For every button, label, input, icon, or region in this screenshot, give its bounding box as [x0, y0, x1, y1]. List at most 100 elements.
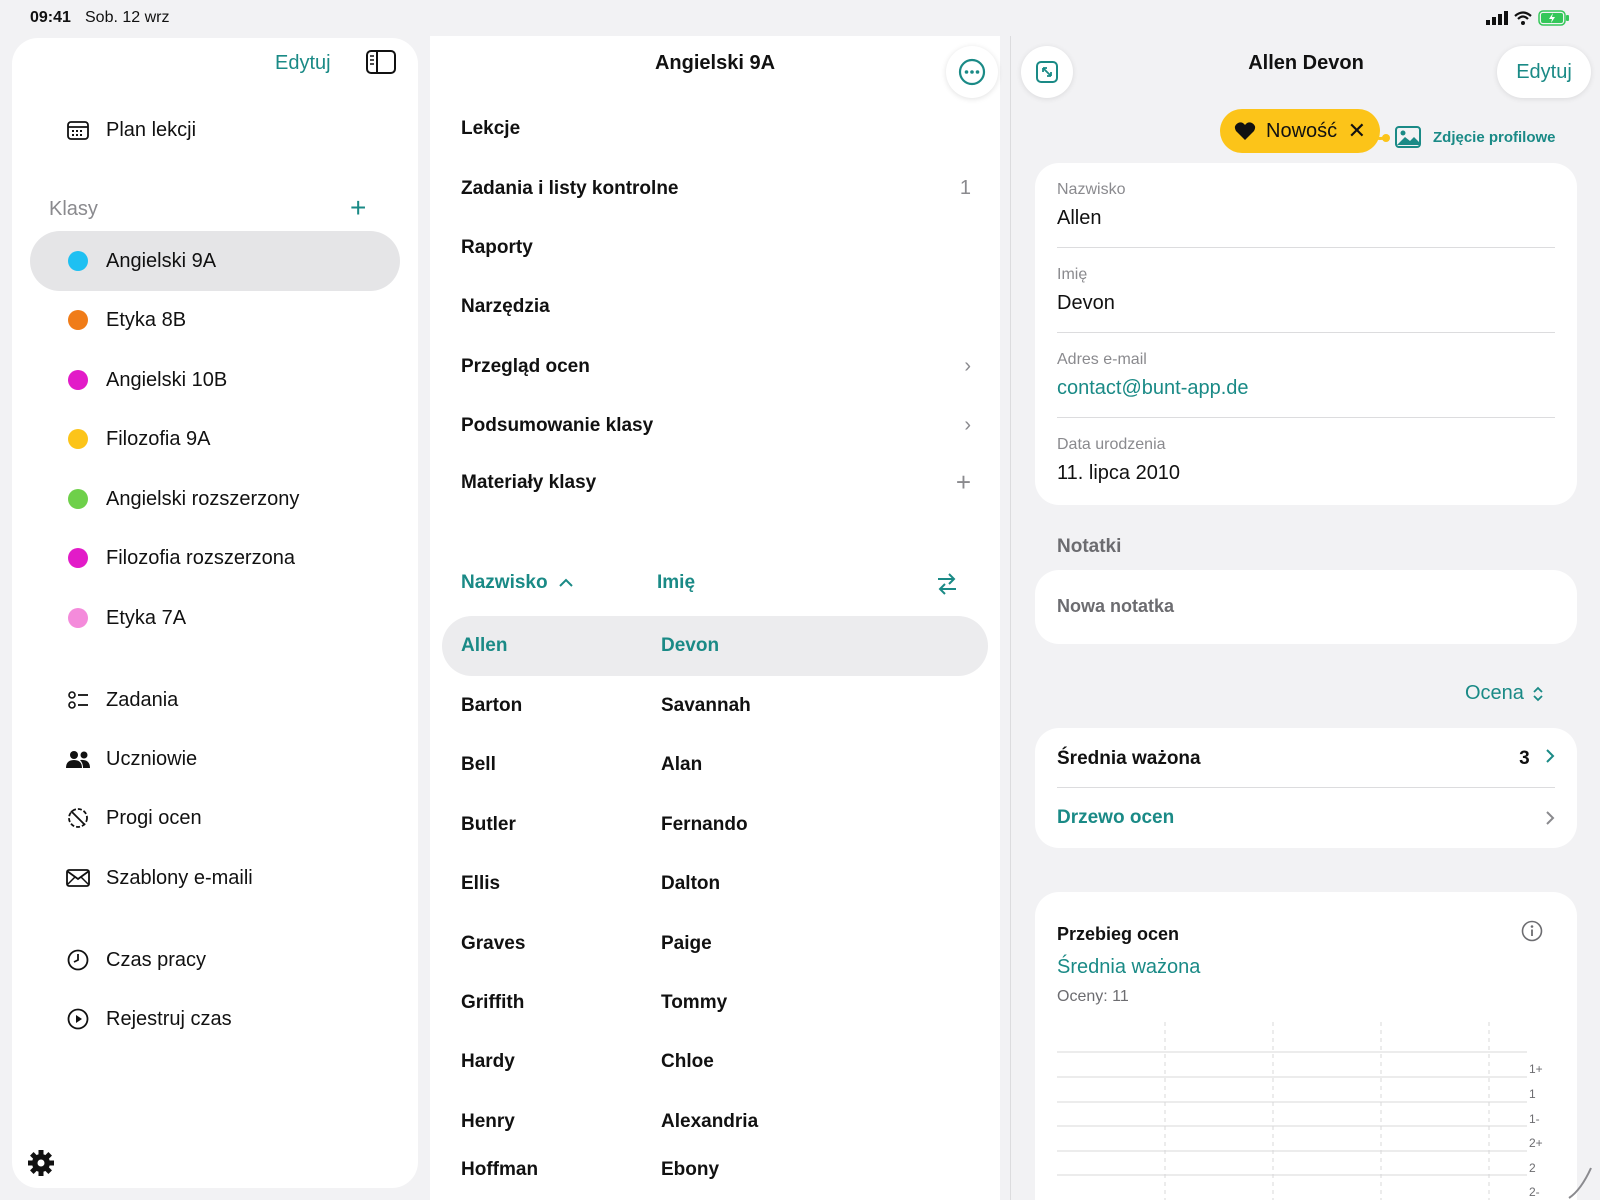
weighted-average-value: 3: [1519, 748, 1530, 769]
sidebar-item-label: Etyka 7A: [106, 606, 187, 629]
student-row[interactable]: Allen Devon: [442, 616, 988, 676]
envelope-icon: [64, 864, 92, 892]
field-label: Adres e-mail: [1057, 351, 1147, 368]
menu-row-class-materials[interactable]: Materiały klasy +: [461, 467, 971, 498]
sidebar-class-item[interactable]: Filozofia 9A: [30, 409, 400, 469]
student-row[interactable]: Butler Fernando: [442, 795, 988, 855]
sidebar-edit-button[interactable]: Edytuj: [275, 52, 331, 75]
student-firstname: Fernando: [661, 814, 748, 835]
sidebar-class-item[interactable]: Angielski 10B: [30, 350, 400, 410]
new-note-card[interactable]: Nowa notatka: [1035, 570, 1577, 644]
menu-row-label: Zadania i listy kontrolne: [461, 177, 679, 199]
sidebar-toggle-icon[interactable]: [366, 50, 396, 74]
column-label: Nazwisko: [461, 572, 548, 593]
class-color-dot: [68, 489, 88, 509]
menu-row-tools[interactable]: Narzędzia: [461, 296, 971, 318]
divider: [1057, 332, 1555, 333]
field-label: Nazwisko: [1057, 181, 1126, 198]
students-icon: [64, 745, 92, 773]
menu-row-grade-overview[interactable]: Przegląd ocen ›: [461, 355, 971, 378]
profile-photo-button[interactable]: Zdjęcie profilowe: [1395, 126, 1556, 148]
sidebar-item-grade-thresholds[interactable]: Progi ocen: [30, 788, 400, 848]
gear-icon[interactable]: [26, 1148, 56, 1178]
wifi-icon: [1514, 11, 1532, 25]
student-row[interactable]: Hoffman Ebony: [442, 1140, 988, 1200]
signal-icon: [1486, 11, 1508, 25]
grade-type-selector[interactable]: Ocena: [1465, 682, 1544, 705]
y-tick-label: 2-: [1529, 1185, 1540, 1199]
close-icon[interactable]: ✕: [1348, 118, 1366, 144]
sort-firstname-header[interactable]: Imię: [657, 572, 695, 594]
more-options-button[interactable]: [946, 46, 998, 98]
calendar-icon: [64, 116, 92, 144]
add-class-button[interactable]: +: [350, 194, 366, 222]
menu-row-label: Przegląd ocen: [461, 355, 590, 377]
add-material-icon[interactable]: +: [956, 467, 971, 498]
edit-student-button[interactable]: Edytuj: [1497, 46, 1591, 98]
sidebar-item-students[interactable]: Uczniowie: [30, 729, 400, 789]
menu-row-class-summary[interactable]: Podsumowanie klasy ›: [461, 414, 971, 437]
menu-row-label: Materiały klasy: [461, 471, 597, 493]
sidebar-item-label: Etyka 8B: [106, 308, 187, 331]
grade-progress-chart: [1057, 1022, 1527, 1200]
student-row[interactable]: Ellis Dalton: [442, 854, 988, 914]
divider: [1057, 247, 1555, 248]
menu-row-tasks[interactable]: Zadania i listy kontrolne 1: [461, 177, 971, 200]
student-firstname: Ebony: [661, 1159, 720, 1180]
student-firstname: Dalton: [661, 873, 721, 894]
photo-icon: [1395, 126, 1421, 148]
chevron-right-icon: [1546, 811, 1555, 825]
email-link[interactable]: contact@bunt-app.de: [1057, 377, 1555, 400]
sidebar-item-label: Zadania: [106, 688, 179, 711]
student-firstname: Tommy: [661, 992, 728, 1013]
grade-tree-row[interactable]: Drzewo ocen: [1057, 807, 1555, 829]
ellipsis-circle-icon: [958, 58, 986, 86]
class-color-dot: [68, 429, 88, 449]
weighted-average-row[interactable]: Średnia ważona 3: [1057, 748, 1555, 770]
grade-progress-title: Przebieg ocen: [1057, 924, 1180, 944]
student-row[interactable]: Graves Paige: [442, 914, 988, 974]
swap-arrows-icon[interactable]: [936, 572, 958, 596]
student-firstname: Alan: [661, 754, 703, 775]
chevron-right-icon: ›: [964, 414, 971, 436]
sidebar-item-record-time[interactable]: Rejestruj czas: [30, 989, 400, 1049]
student-row[interactable]: Griffith Tommy: [442, 973, 988, 1033]
sidebar-item-label: Filozofia rozszerzona: [106, 546, 295, 569]
sidebar-item-label: Uczniowie: [106, 747, 198, 770]
new-note-button[interactable]: Nowa notatka: [1057, 596, 1174, 617]
chevron-up-down-icon: [1532, 686, 1543, 701]
sidebar-item-email-templates[interactable]: Szablony e-maili: [30, 848, 400, 908]
student-row[interactable]: Barton Savannah: [442, 676, 988, 736]
student-row[interactable]: Hardy Chloe: [442, 1032, 988, 1092]
grades-card: Średnia ważona 3 Drzewo ocen: [1035, 728, 1577, 848]
class-detail-column: Angielski 9A Lekcje Zadania i listy kont…: [430, 36, 1000, 1200]
status-date: Sob. 12 wrz: [85, 9, 170, 26]
menu-row-lessons[interactable]: Lekcje: [461, 118, 971, 140]
sidebar-class-item[interactable]: Etyka 8B: [30, 290, 400, 350]
sidebar-item-label: Filozofia 9A: [106, 427, 211, 450]
grade-progress-card: Przebieg ocen Średnia ważona Oceny: 11 1…: [1035, 892, 1577, 1200]
new-feature-badge[interactable]: Nowość ✕: [1220, 109, 1380, 153]
sidebar-class-item[interactable]: Angielski 9A: [30, 231, 400, 291]
sidebar-item-tasks[interactable]: Zadania: [30, 670, 400, 730]
field-value: 11. lipca 2010: [1057, 462, 1181, 484]
student-row[interactable]: Bell Alan: [442, 735, 988, 795]
info-icon[interactable]: [1521, 920, 1543, 942]
y-tick-label: 2+: [1529, 1136, 1543, 1150]
weighted-average-value-wrap: 3: [1519, 748, 1555, 770]
heart-icon: [1234, 122, 1256, 140]
grade-thresholds-icon: [64, 804, 92, 832]
sidebar-item-schedule[interactable]: Plan lekcji: [30, 100, 400, 160]
sidebar-item-work-time[interactable]: Czas pracy: [30, 930, 400, 990]
sidebar-item-label: Rejestruj czas: [106, 1007, 232, 1030]
sort-lastname-header[interactable]: Nazwisko: [461, 572, 573, 594]
sidebar-item-label: Szablony e-maili: [106, 866, 253, 889]
badge-connector: [1370, 132, 1390, 142]
sidebar-class-item[interactable]: Etyka 7A: [30, 588, 400, 648]
menu-row-reports[interactable]: Raporty: [461, 237, 971, 259]
status-bar: 09:41 Sob. 12 wrz: [0, 0, 1600, 36]
sidebar-class-item[interactable]: Angielski rozszerzony: [30, 469, 400, 529]
class-title: Angielski 9A: [654, 52, 776, 74]
sidebar-class-item[interactable]: Filozofia rozszerzona: [30, 528, 400, 588]
student-info-card: Nazwisko Allen Imię Devon Adres e-mail c…: [1035, 163, 1577, 505]
